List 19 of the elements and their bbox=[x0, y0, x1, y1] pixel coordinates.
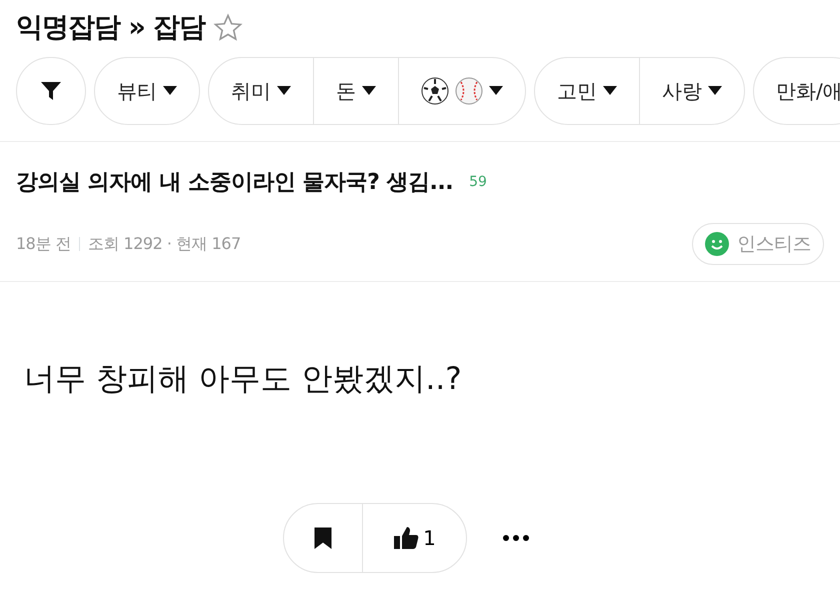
view-count: 조회 1292 · 현재 167 bbox=[88, 232, 241, 255]
board-title: 익명잡담 » 잡담 bbox=[16, 11, 206, 45]
thumbs-up-icon bbox=[393, 526, 420, 550]
filter-icon bbox=[40, 80, 62, 102]
smiley-icon bbox=[705, 232, 729, 256]
filter-chip[interactable]: 취미 bbox=[209, 58, 313, 124]
post-body: 너무 창피해 아무도 안봤겠지..? bbox=[24, 360, 463, 399]
post-time: 18분 전 bbox=[16, 232, 71, 255]
more-icon bbox=[502, 534, 529, 540]
baseball-icon bbox=[455, 76, 483, 104]
filter-chip[interactable]: 고민 bbox=[535, 58, 639, 124]
comment-count: 59 bbox=[469, 172, 487, 192]
filter-chip[interactable]: 뷰티 bbox=[95, 58, 199, 124]
post-title: 강의실 의자에 내 소중이라인 물자국? 생김... bbox=[16, 168, 454, 196]
soccer-ball-icon bbox=[421, 76, 449, 104]
filter-chip[interactable]: 사랑 bbox=[639, 58, 744, 124]
bookmark-icon bbox=[314, 526, 332, 548]
filter-chip[interactable]: 돈 bbox=[313, 58, 398, 124]
filter-chip[interactable]: 만화/애 bbox=[754, 58, 840, 124]
